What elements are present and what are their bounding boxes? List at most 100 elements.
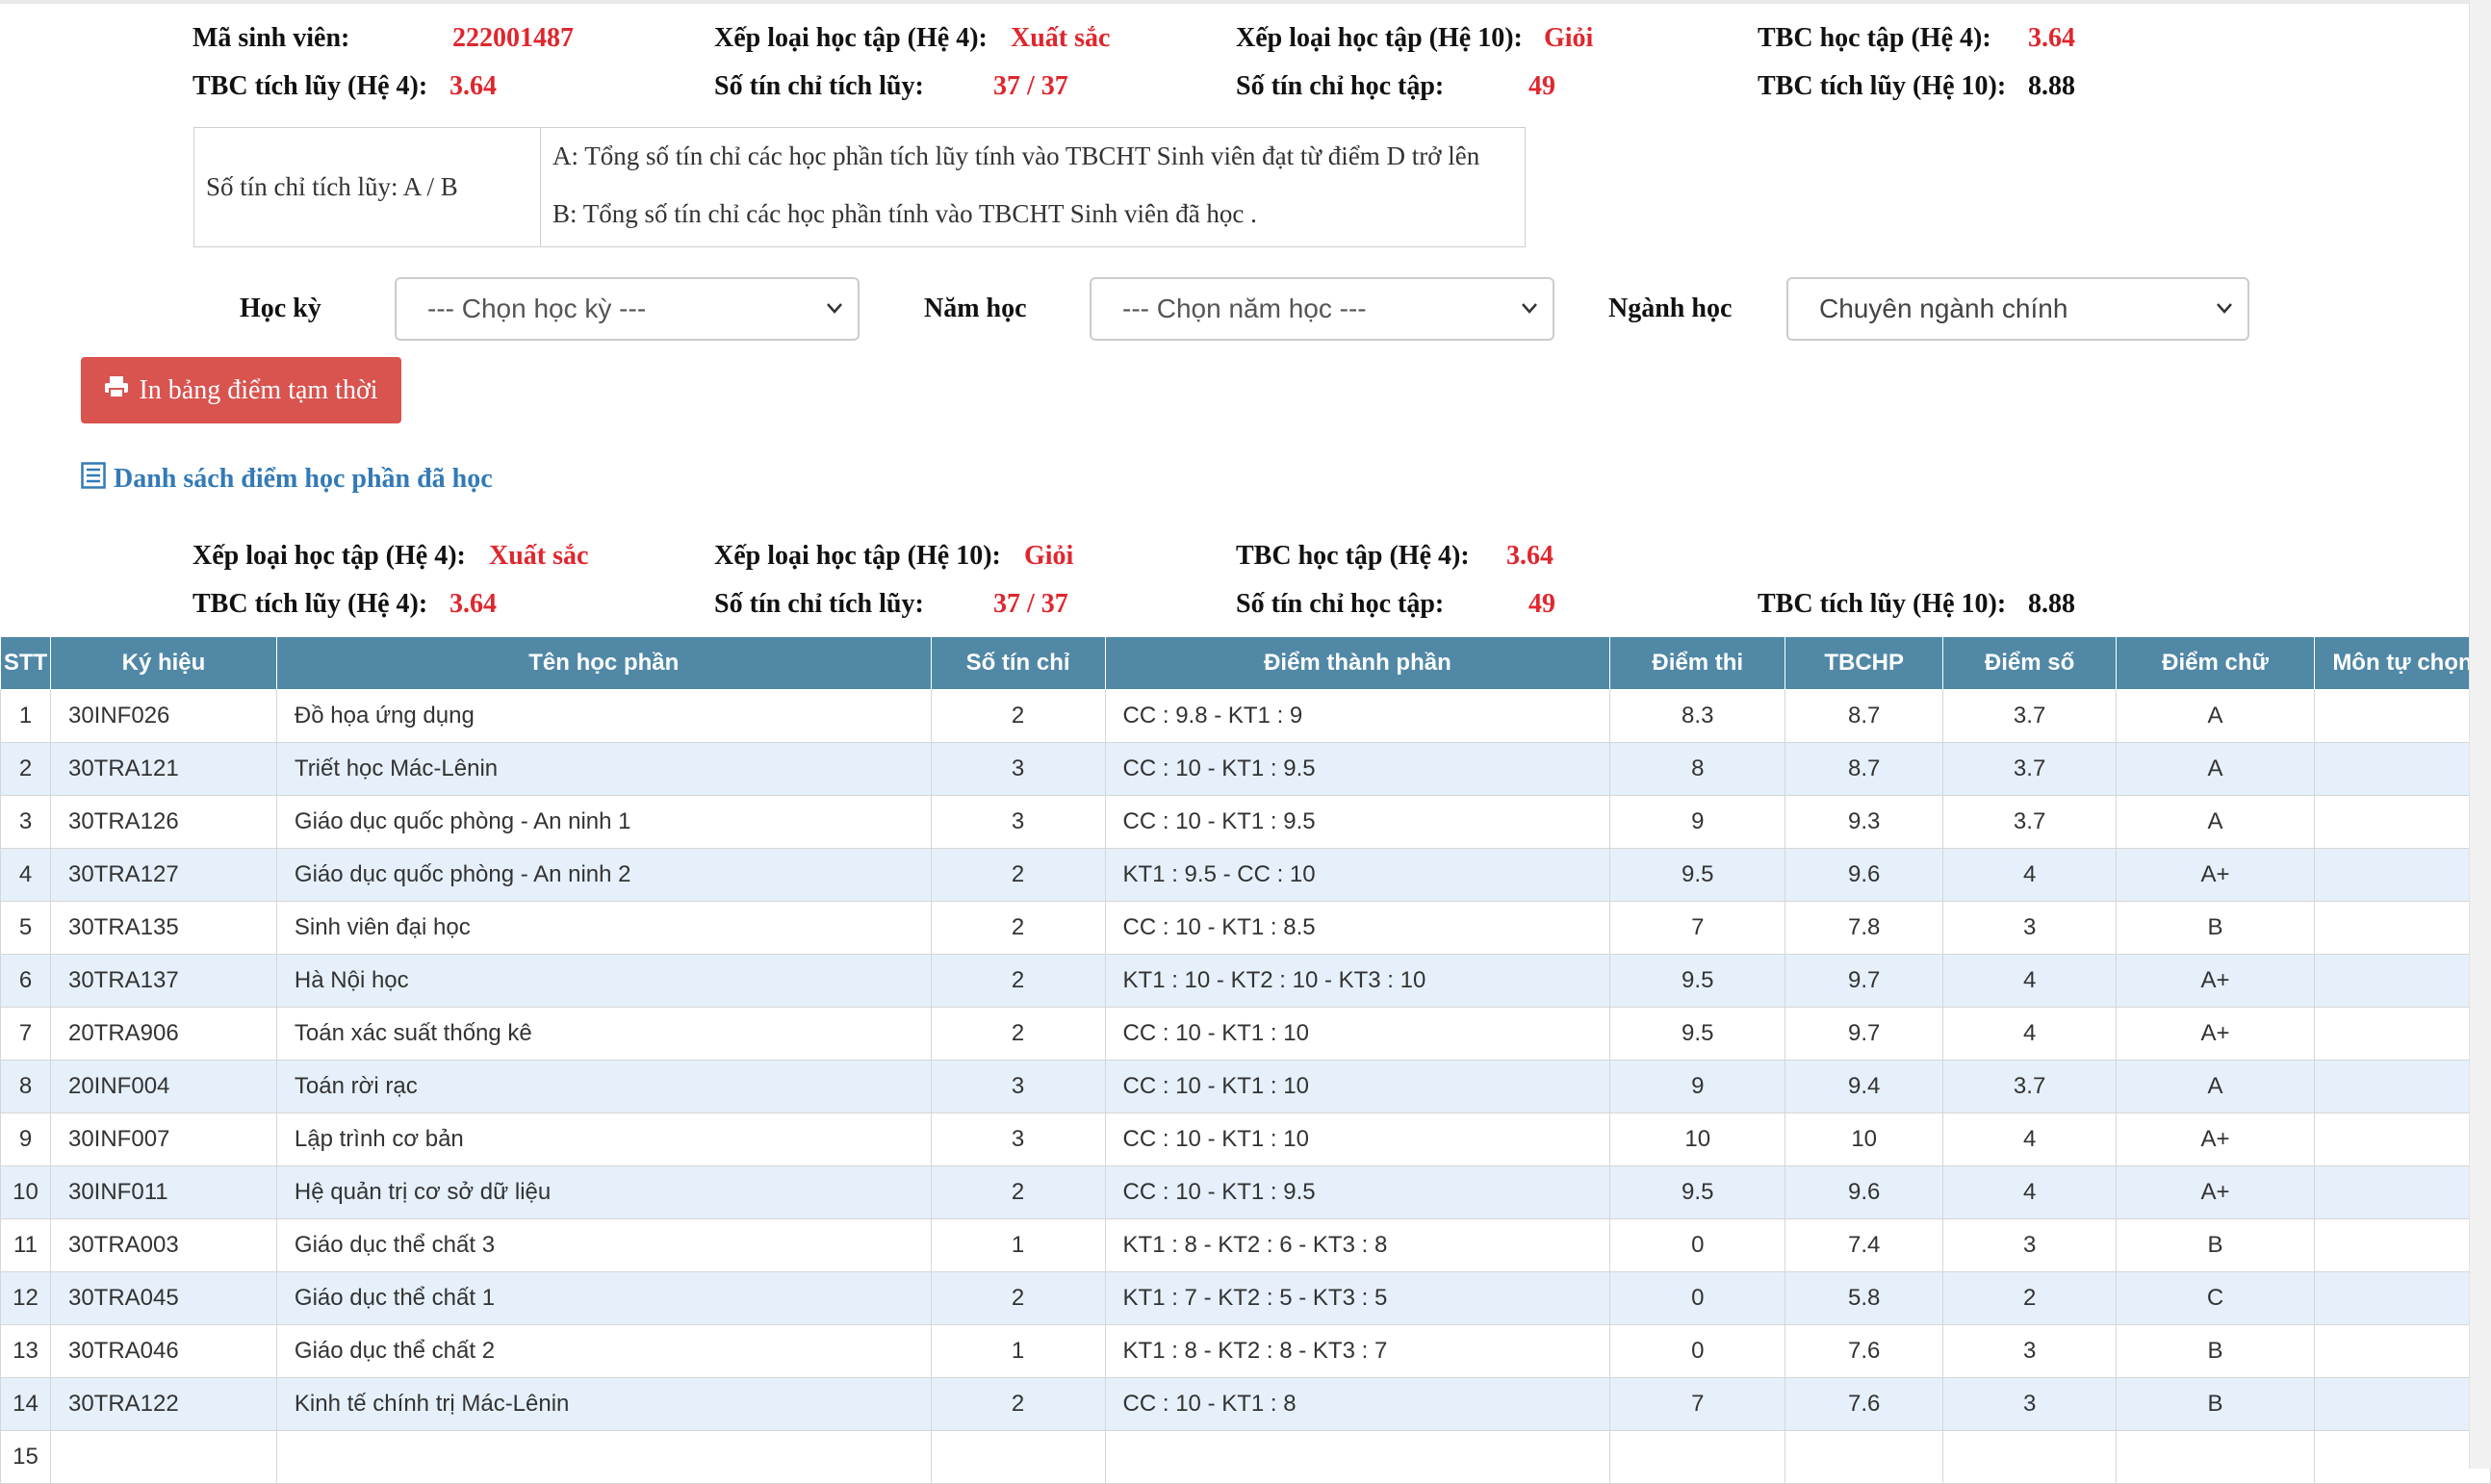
table-cell: 3.7 — [1942, 742, 2118, 796]
column-header[interactable]: Ký hiệu — [49, 636, 277, 690]
summary-item: Xếp loại học tập (Hệ 10): Giỏi — [714, 541, 1073, 572]
table-cell: 8.7 — [1785, 689, 1944, 743]
column-header[interactable]: STT — [0, 636, 51, 690]
table-cell: Giáo dục thể chất 3 — [275, 1218, 932, 1272]
column-header[interactable]: Môn tự chọn — [2313, 636, 2491, 690]
summary-label: Số tín chỉ học tập: — [1236, 589, 1445, 619]
summary-item: TBC học tập (Hệ 4): 3.64 — [1236, 541, 1554, 572]
table-cell: 4 — [1942, 954, 2118, 1008]
table-row: 8 20INF004 Toán rời rạc 3 CC : 10 - KT1 : 10… — [0, 1060, 2491, 1113]
table-cell: 5 — [0, 901, 51, 955]
table-cell: A — [2116, 689, 2315, 743]
list-icon — [81, 462, 114, 497]
table-cell: 30INF011 — [49, 1165, 277, 1219]
table-cell: 1 — [0, 689, 51, 743]
table-cell: 3 — [1942, 901, 2118, 955]
summary-label: TBC tích lũy (Hệ 10): — [1758, 71, 2007, 101]
table-cell: CC : 10 - KT1 : 9.5 — [1104, 795, 1611, 849]
section-title: Danh sách điểm học phần đã học — [81, 462, 493, 497]
summary-label: Số tín chỉ học tập: — [1236, 71, 1445, 101]
table-cell: KT1 : 9.5 - CC : 10 — [1104, 848, 1611, 902]
column-header[interactable]: TBCHP — [1785, 636, 1944, 690]
table-cell: 11 — [0, 1218, 51, 1272]
table-cell: CC : 10 - KT1 : 8 — [1104, 1377, 1611, 1431]
print-transcript-button[interactable]: In bảng điểm tạm thời — [81, 357, 401, 423]
table-cell — [2313, 689, 2491, 743]
table-row: 2 30TRA121 Triết học Mác-Lênin 3 CC : 10 - K… — [0, 742, 2491, 796]
table-cell: 7.6 — [1785, 1377, 1944, 1431]
table-cell — [2313, 1377, 2491, 1431]
column-header[interactable]: Điểm thành phần — [1104, 636, 1611, 690]
table-cell: CC : 10 - KT1 : 8.5 — [1104, 901, 1611, 955]
table-cell: 3 — [930, 1113, 1106, 1166]
table-cell: KT1 : 8 - KT2 : 8 - KT3 : 7 — [1104, 1324, 1611, 1378]
table-cell: 30TRA127 — [49, 848, 277, 902]
table-row: 12 30TRA045 Giáo dục thể chất 1 2 KT1 : 7 - … — [0, 1271, 2491, 1325]
table-cell: 9 — [1609, 1060, 1786, 1113]
table-cell — [2313, 1324, 2491, 1378]
school-year-select[interactable]: --- Chọn năm học --- — [1090, 277, 1554, 341]
section-title-text: Danh sách điểm học phần đã học — [114, 464, 493, 494]
table-cell: A — [2116, 1060, 2315, 1113]
table-cell: 12 — [0, 1271, 51, 1325]
table-cell: 5.8 — [1785, 1271, 1944, 1325]
summary-label: TBC tích lũy (Hệ 4): — [193, 71, 428, 101]
table-cell: 4 — [1942, 1165, 2118, 1219]
grades-table: STT Ký hiệu Tên học phần Số tín chỉ Điểm… — [0, 636, 2491, 1484]
table-cell: B — [2116, 1218, 2315, 1272]
summary-item: Số tín chỉ tích lũy: 37 / 37 — [714, 589, 1068, 620]
table-cell — [2116, 1430, 2315, 1484]
summary-item: TBC tích lũy (Hệ 4): 3.64 — [193, 71, 497, 102]
table-cell: 9.3 — [1785, 795, 1944, 849]
table-cell: 30TRA137 — [49, 954, 277, 1008]
column-header[interactable]: Điểm chữ — [2116, 636, 2315, 690]
summary-value: 3.64 — [1506, 541, 1554, 571]
table-cell: 9.6 — [1785, 848, 1944, 902]
summary-item: Xếp loại học tập (Hệ 4): Xuất sắc — [193, 541, 588, 572]
table-cell: 9 — [0, 1113, 51, 1166]
table-cell: 7 — [1609, 1377, 1786, 1431]
table-cell: 30INF026 — [49, 689, 277, 743]
vertical-scrollbar[interactable] — [2469, 0, 2491, 1469]
table-cell: 13 — [0, 1324, 51, 1378]
table-cell: 9.6 — [1785, 1165, 1944, 1219]
table-row: 13 30TRA046 Giáo dục thể chất 2 1 KT1 : 8 - … — [0, 1324, 2491, 1378]
summary-label: TBC học tập (Hệ 4): — [1236, 541, 1470, 571]
table-cell — [2313, 1007, 2491, 1061]
table-row: 9 30INF007 Lập trình cơ bản 3 CC : 10 - KT1 … — [0, 1113, 2491, 1166]
column-header[interactable]: Điểm số — [1942, 636, 2118, 690]
table-cell: Sinh viên đại học — [275, 901, 932, 955]
table-cell: CC : 10 - KT1 : 10 — [1104, 1060, 1611, 1113]
print-button-label: In bảng điểm tạm thời — [139, 374, 378, 405]
table-cell: KT1 : 7 - KT2 : 5 - KT3 : 5 — [1104, 1271, 1611, 1325]
table-cell: 3.7 — [1942, 689, 2118, 743]
summary-value: Xuất sắc — [489, 541, 589, 571]
column-header[interactable]: Số tín chỉ — [930, 636, 1106, 690]
major-select[interactable]: Chuyên ngành chính — [1786, 277, 2249, 341]
summary-value: 3.64 — [449, 589, 497, 619]
summary-item: Số tín chỉ học tập: 49 — [1236, 71, 1555, 102]
table-cell: 30INF007 — [49, 1113, 277, 1166]
table-cell: Lập trình cơ bản — [275, 1113, 932, 1166]
table-cell: 3 — [1942, 1377, 2118, 1431]
table-cell — [2313, 1430, 2491, 1484]
table-cell: 15 — [0, 1430, 51, 1484]
table-cell: 1 — [930, 1218, 1106, 1272]
table-cell — [2313, 1060, 2491, 1113]
table-cell: 2 — [930, 1377, 1106, 1431]
table-cell: 2 — [930, 1271, 1106, 1325]
table-cell: Giáo dục quốc phòng - An ninh 1 — [275, 795, 932, 849]
table-row: 10 30INF011 Hệ quản trị cơ sở dữ liệu 2 CC :… — [0, 1165, 2491, 1219]
table-cell: B — [2116, 901, 2315, 955]
table-row: 14 30TRA122 Kinh tế chính trị Mác-Lênin 2 CC… — [0, 1377, 2491, 1431]
summary-label: Xếp loại học tập (Hệ 10): — [714, 541, 1001, 571]
table-cell: 9.5 — [1609, 1165, 1786, 1219]
summary-item: Mã sinh viên: 222001487 — [193, 23, 574, 54]
table-row: 7 20TRA906 Toán xác suất thống kê 2 CC : 10 … — [0, 1007, 2491, 1061]
table-cell: 9.4 — [1785, 1060, 1944, 1113]
legend-label: Số tín chỉ tích lũy: A / B — [194, 128, 541, 246]
column-header[interactable]: Tên học phần — [275, 636, 932, 690]
summary-item: Xếp loại học tập (Hệ 10): Giỏi — [1236, 23, 1593, 54]
column-header[interactable]: Điểm thi — [1609, 636, 1786, 690]
semester-select[interactable]: --- Chọn học kỳ --- — [395, 277, 860, 341]
